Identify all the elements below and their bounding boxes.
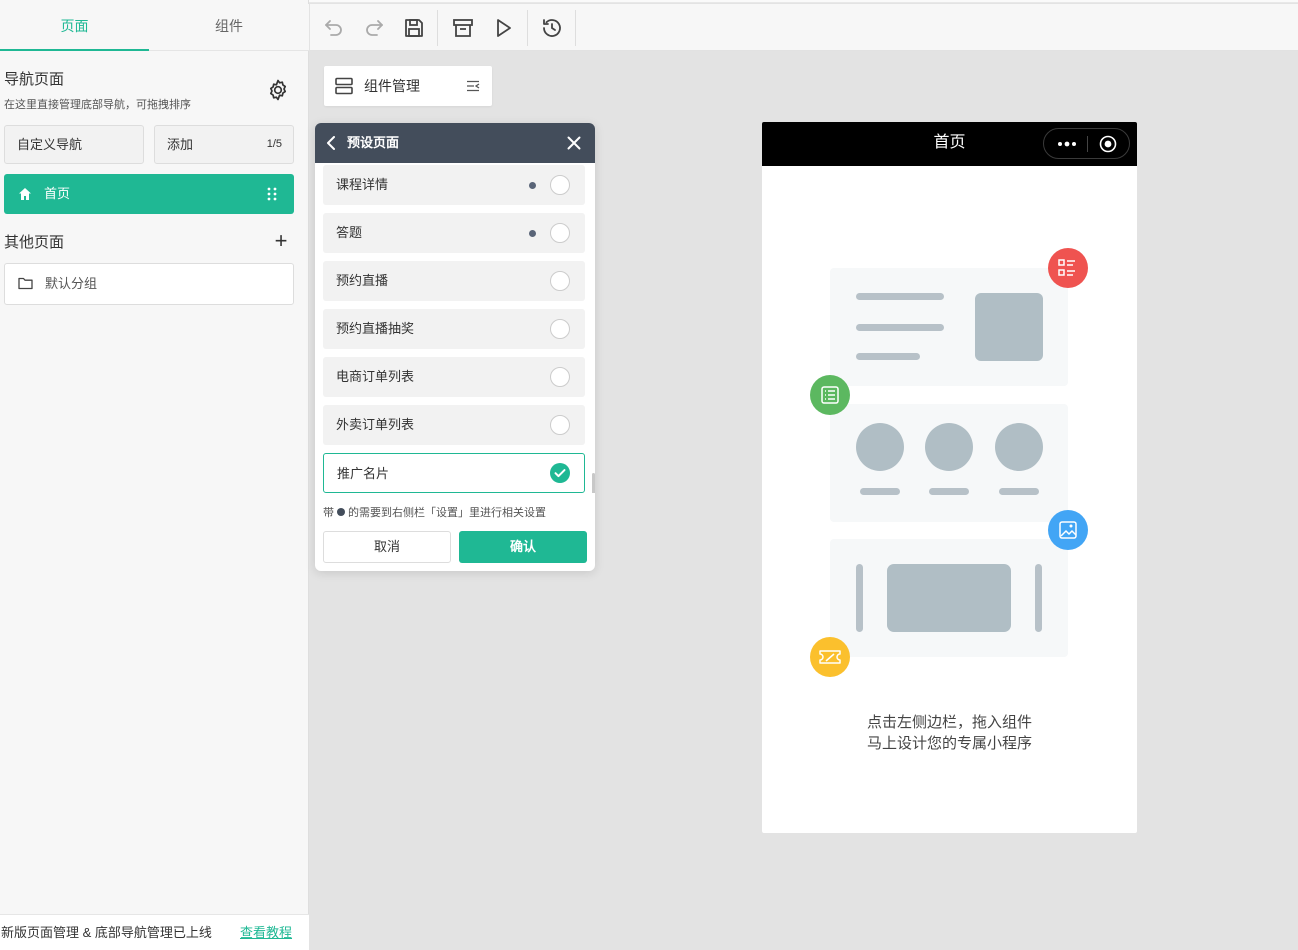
needs-setting-dot [529, 182, 536, 189]
phone-header: 首页 [762, 122, 1137, 166]
preset-page-list: 课程详情 答题 预约直播 预约直播抽奖 电商订单列表 外卖订单列表 推广名片 [315, 163, 595, 493]
footer-notice: 新版页面管理 & 底部导航管理已上线 查看教程 [0, 914, 309, 950]
radio-button[interactable] [550, 319, 570, 339]
gear-icon[interactable] [266, 78, 290, 102]
capsule-divider [1087, 136, 1088, 152]
redo-icon[interactable] [362, 16, 386, 40]
add-nav-button[interactable]: 添加 1/5 [154, 125, 294, 164]
empty-tip-line1: 点击左侧边栏，拖入组件 [866, 714, 1032, 731]
empty-state-illustration [810, 248, 1088, 677]
add-nav-label: 添加 [167, 137, 194, 152]
phone-preview[interactable]: 首页 点击左侧边栏，拖入组件 马上设计您的专属小程序 [762, 122, 1137, 833]
close-icon[interactable] [567, 136, 581, 150]
other-pages-title: 其他页面 [4, 234, 65, 251]
collapse-panel-icon[interactable] [466, 80, 480, 92]
preset-page-dialog: 预设页面 课程详情 答题 预约直播 预约直播抽奖 电商订单列表 外卖订单列表 推… [315, 123, 595, 571]
radio-button[interactable] [550, 415, 570, 435]
radio-button[interactable] [550, 175, 570, 195]
nav-section-description: 在这里直接管理底部导航，可拖拽排序 [4, 99, 191, 111]
preset-option-label: 课程详情 [336, 177, 389, 192]
chevron-left-icon[interactable] [325, 136, 337, 150]
history-icon[interactable] [540, 16, 564, 40]
empty-tip-line2: 马上设计您的专属小程序 [866, 735, 1032, 752]
preset-option-live-lottery[interactable]: 预约直播抽奖 [323, 309, 585, 349]
preset-option-label: 电商订单列表 [336, 369, 415, 384]
confirm-button[interactable]: 确认 [459, 531, 587, 563]
preset-option-live-booking[interactable]: 预约直播 [323, 261, 585, 301]
undo-icon[interactable] [322, 16, 346, 40]
preset-option-label: 预约直播抽奖 [336, 321, 415, 336]
preset-option-takeout-orders[interactable]: 外卖订单列表 [323, 405, 585, 445]
form-badge-icon [810, 375, 850, 415]
tab-components[interactable]: 组件 [149, 4, 309, 51]
nav-count: 1/5 [266, 138, 282, 150]
needs-setting-dot [337, 508, 345, 516]
drag-handle-icon[interactable] [266, 187, 278, 201]
play-icon[interactable] [491, 16, 515, 40]
folder-icon [18, 277, 33, 290]
dialog-header: 预设页面 [315, 123, 595, 163]
list-badge-icon [1048, 248, 1088, 288]
left-panel: 页面 组件 导航页面 在这里直接管理底部导航，可拖拽排序 自定义导航 添加 1/… [0, 0, 309, 950]
phone-title: 首页 [933, 134, 966, 151]
preset-option-label: 预约直播 [336, 273, 389, 288]
preset-option-quiz[interactable]: 答题 [323, 213, 585, 253]
component-manager-label: 组件管理 [364, 78, 420, 94]
preset-option-ecommerce-orders[interactable]: 电商订单列表 [323, 357, 585, 397]
preset-option-label: 外卖订单列表 [336, 417, 415, 432]
home-icon [19, 188, 31, 200]
nav-item-home[interactable]: 首页 [4, 174, 294, 214]
radio-button[interactable] [550, 367, 570, 387]
tutorial-link[interactable]: 查看教程 [240, 915, 292, 950]
radio-button[interactable] [550, 223, 570, 243]
custom-nav-button[interactable]: 自定义导航 [4, 125, 144, 164]
toolbar [310, 4, 1298, 51]
archive-icon[interactable] [451, 16, 475, 40]
layers-icon [335, 77, 353, 95]
list-scrollbar[interactable] [592, 473, 595, 493]
preset-option-course-detail[interactable]: 课程详情 [323, 165, 585, 205]
mini-program-capsule [1043, 128, 1130, 159]
group-default-label: 默认分组 [45, 276, 98, 291]
save-icon[interactable] [402, 16, 426, 40]
custom-nav-label: 自定义导航 [17, 137, 83, 152]
preset-option-label: 推广名片 [337, 466, 390, 481]
dialog-note-suffix: 的需要到右侧栏「设置」里进行相关设置 [348, 507, 546, 519]
preset-option-promo-card[interactable]: 推广名片 [323, 453, 585, 493]
panel-tabs: 页面 组件 [0, 4, 309, 51]
component-manager-button[interactable]: 组件管理 [324, 66, 492, 106]
footer-notice-text: 新版页面管理 & 底部导航管理已上线 [1, 925, 212, 940]
group-default[interactable]: 默认分组 [4, 263, 294, 305]
radio-button[interactable] [550, 271, 570, 291]
image-badge-icon [1048, 510, 1088, 550]
cancel-button[interactable]: 取消 [323, 531, 451, 563]
nav-item-home-label: 首页 [44, 186, 71, 201]
close-target-icon [1099, 135, 1117, 153]
check-circle-icon[interactable] [550, 463, 570, 483]
empty-state-tip: 点击左侧边栏，拖入组件 马上设计您的专属小程序 [762, 712, 1137, 754]
dialog-note-prefix: 带 [323, 507, 334, 519]
tab-pages[interactable]: 页面 [0, 4, 149, 51]
dialog-title: 预设页面 [347, 135, 400, 150]
preset-option-label: 答题 [336, 225, 363, 240]
toolbar-divider [437, 10, 438, 46]
coupon-badge-icon [810, 637, 850, 677]
nav-section-title: 导航页面 [4, 71, 65, 88]
toolbar-divider [527, 10, 528, 46]
toolbar-divider [575, 10, 576, 46]
dialog-note: 带 的需要到右侧栏「设置」里进行相关设置 [323, 504, 546, 520]
more-dots-icon [1058, 141, 1076, 147]
needs-setting-dot [529, 230, 536, 237]
add-page-plus-icon[interactable]: + [272, 230, 290, 252]
